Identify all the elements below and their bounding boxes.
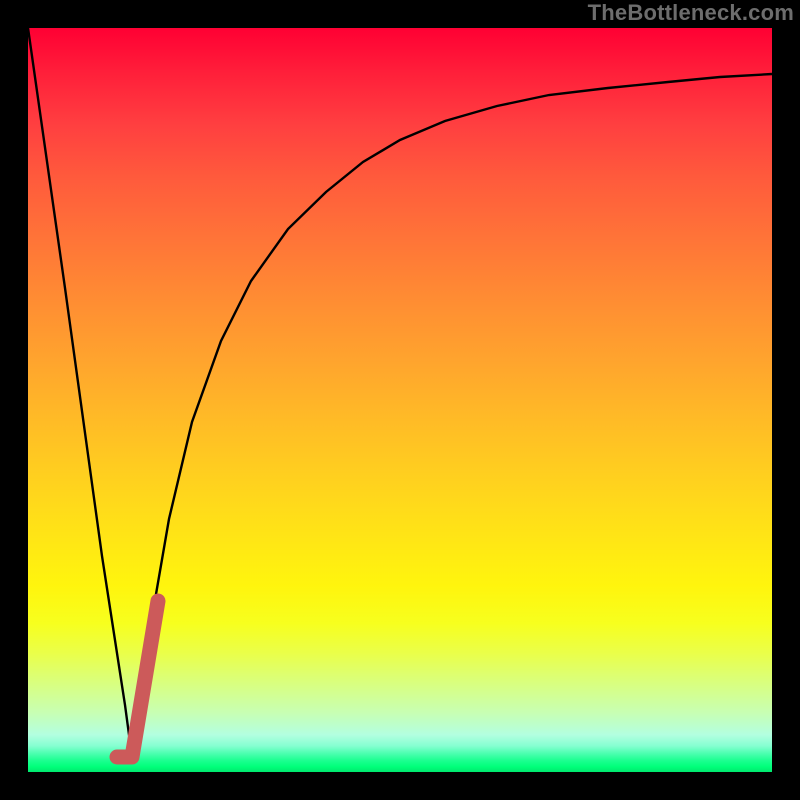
chart-frame: TheBottleneck.com — [0, 0, 800, 800]
bottleneck-curve — [28, 28, 772, 757]
hook-highlight — [117, 601, 158, 757]
watermark-text: TheBottleneck.com — [588, 0, 794, 26]
curve-svg — [28, 28, 772, 772]
plot-area — [28, 28, 772, 772]
